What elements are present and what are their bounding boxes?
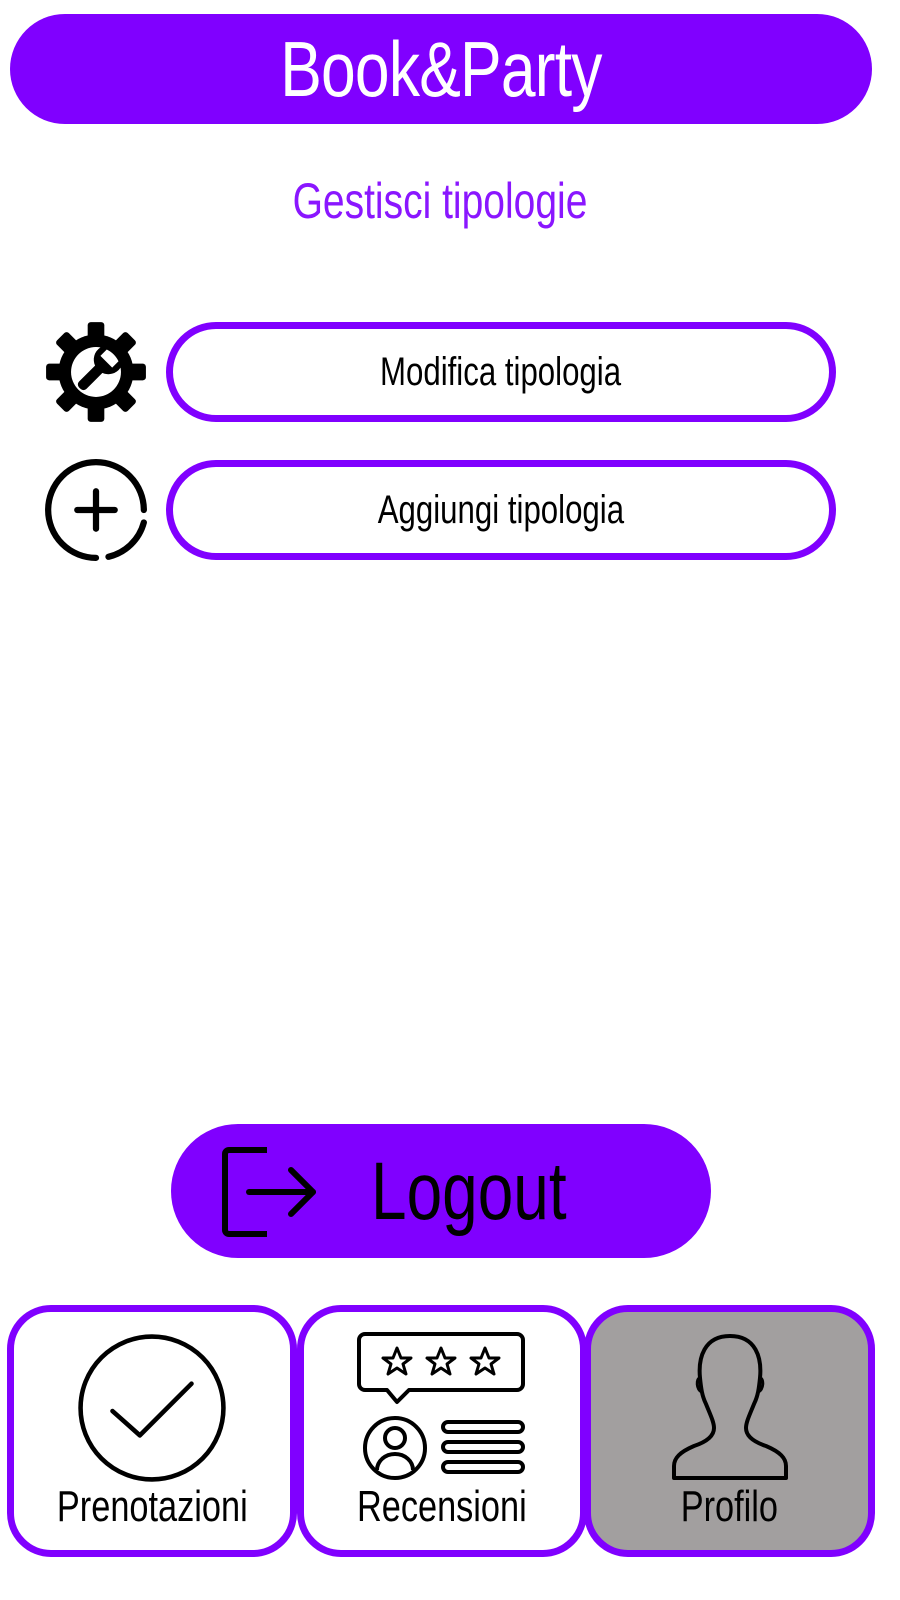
tab-recensioni[interactable]: Recensioni	[297, 1305, 587, 1557]
tab-recensioni-label: Recensioni	[357, 1482, 527, 1531]
plus-circle-icon	[44, 458, 148, 562]
user-silhouette-icon	[670, 1332, 790, 1484]
modify-type-button[interactable]: Modifica tipologia	[166, 322, 836, 422]
logout-label: Logout	[371, 1146, 567, 1237]
add-type-label: Aggiungi tipologia	[377, 487, 625, 532]
page-title: Gestisci tipologie	[0, 172, 880, 230]
logout-icon	[219, 1142, 319, 1242]
check-circle-icon	[76, 1332, 228, 1484]
tab-prenotazioni-label: Prenotazioni	[56, 1482, 248, 1531]
gear-wrench-icon	[44, 320, 148, 424]
tab-prenotazioni[interactable]: Prenotazioni	[7, 1305, 297, 1557]
page-title-text: Gestisci tipologie	[292, 173, 588, 229]
add-type-button[interactable]: Aggiungi tipologia	[166, 460, 836, 560]
tab-profilo[interactable]: Profilo	[584, 1305, 875, 1557]
modify-type-label: Modifica tipologia	[380, 349, 622, 394]
reviews-icon	[357, 1330, 527, 1482]
logout-button[interactable]: Logout	[171, 1124, 711, 1258]
tab-profilo-label: Profilo	[680, 1482, 779, 1531]
app-header: Book&Party	[10, 14, 872, 124]
app-title: Book&Party	[280, 24, 602, 113]
